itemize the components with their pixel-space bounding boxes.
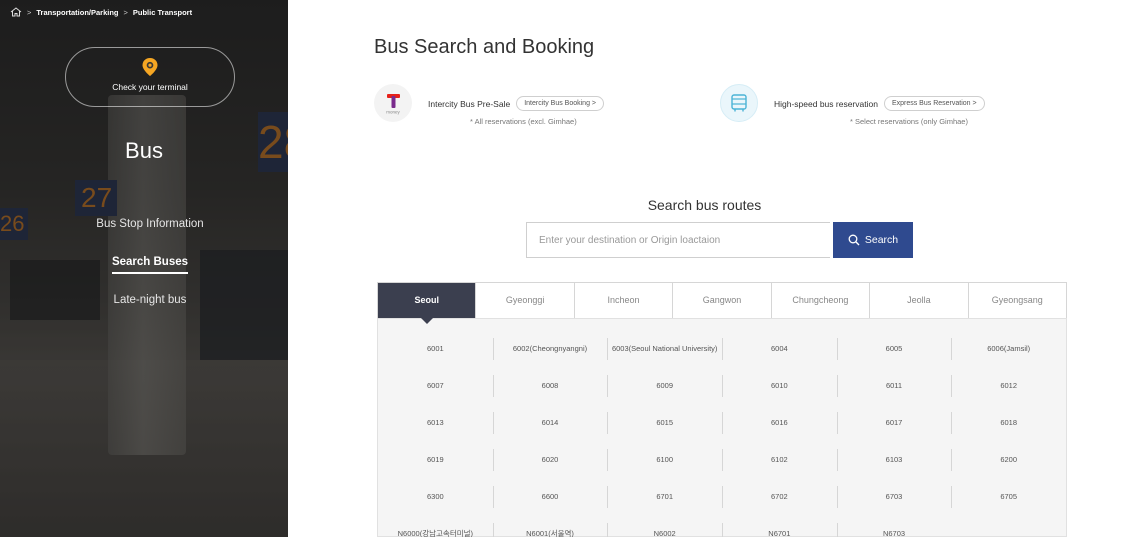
region-tabs: Seoul Gyeonggi Incheon Gangwon Chungcheo… bbox=[377, 282, 1067, 324]
breadcrumb: > Transportation/Parking > Public Transp… bbox=[10, 7, 192, 17]
service-row: Intercity Bus Pre-Sale Intercity Bus Boo… bbox=[428, 96, 605, 111]
route-item[interactable]: 6014 bbox=[492, 408, 608, 436]
main-content: Bus Search and Booking money Intercity B… bbox=[288, 0, 1133, 537]
route-item[interactable]: 6015 bbox=[607, 408, 722, 436]
route-item[interactable]: 6102 bbox=[722, 445, 837, 473]
route-item[interactable]: 6001 bbox=[378, 334, 493, 362]
search-button-label: Search bbox=[864, 234, 899, 246]
route-grid: 6001 6002(Cheongnyangni) 6003(Seoul Nati… bbox=[377, 318, 1067, 537]
route-item[interactable]: N6703 bbox=[836, 519, 952, 537]
sidebar-nav: Bus Stop Information Search Buses Late-n… bbox=[0, 215, 288, 329]
route-row: N6000(강남고속터미널) N6001(서울역) N6002 N6701 N6… bbox=[378, 519, 1066, 537]
route-item[interactable]: N6000(강남고속터미널) bbox=[378, 519, 493, 537]
route-item[interactable]: 6103 bbox=[836, 445, 952, 473]
route-item[interactable]: 6600 bbox=[492, 482, 608, 510]
breadcrumb-item-public-transport[interactable]: Public Transport bbox=[133, 8, 192, 17]
route-item[interactable]: 6011 bbox=[836, 371, 952, 399]
service-note: * All reservations (excl. Gimhae) bbox=[470, 117, 577, 126]
tmoney-logo-icon: money bbox=[374, 84, 412, 122]
tab-gyeonggi[interactable]: Gyeonggi bbox=[476, 283, 575, 318]
sidebar-item-label: Search Buses bbox=[111, 256, 189, 274]
route-item[interactable]: 6013 bbox=[378, 408, 493, 436]
route-item[interactable]: 6002(Cheongnyangni) bbox=[492, 334, 608, 362]
route-item[interactable]: 6003(Seoul National University) bbox=[607, 334, 722, 362]
location-pin-icon bbox=[142, 58, 158, 76]
route-item-empty bbox=[951, 519, 1066, 537]
tab-seoul[interactable]: Seoul bbox=[378, 283, 477, 324]
tab-incheon[interactable]: Incheon bbox=[574, 283, 674, 318]
route-item[interactable]: 6705 bbox=[951, 482, 1066, 510]
page-title: Bus Search and Booking bbox=[374, 36, 595, 58]
route-item[interactable]: 6004 bbox=[722, 334, 837, 362]
route-item[interactable]: 6020 bbox=[492, 445, 608, 473]
route-item[interactable]: 6009 bbox=[607, 371, 722, 399]
chevron-right-icon: > bbox=[27, 7, 32, 17]
tmoney-logo-text: money bbox=[386, 110, 400, 115]
sidebar-item-search-buses[interactable]: Search Buses bbox=[0, 253, 288, 291]
route-item[interactable]: 6100 bbox=[607, 445, 722, 473]
sidebar-item-late-night-bus[interactable]: Late-night bus bbox=[0, 291, 288, 329]
route-row: 6013 6014 6015 6016 6017 6018 bbox=[378, 408, 1066, 445]
sidebar-item-label: Bus Stop Information bbox=[96, 218, 204, 230]
search-title: Search bus routes bbox=[647, 197, 762, 213]
express-bus-reservation-button[interactable]: Express Bus Reservation > bbox=[883, 96, 985, 111]
route-item[interactable]: 6005 bbox=[836, 334, 952, 362]
route-item[interactable]: 6016 bbox=[722, 408, 837, 436]
service-name: High-speed bus reservation bbox=[774, 98, 878, 109]
link-label: Intercity Bus Booking bbox=[524, 100, 590, 107]
tab-gyeongsang[interactable]: Gyeongsang bbox=[968, 283, 1066, 318]
express-service: High-speed bus reservation Express Bus R… bbox=[720, 84, 985, 126]
route-item[interactable]: 6006(Jamsil) bbox=[951, 334, 1066, 362]
link-label: Express Bus Reservation bbox=[891, 100, 971, 107]
route-item[interactable]: 6018 bbox=[951, 408, 1066, 436]
route-search-input[interactable] bbox=[526, 222, 830, 258]
chevron-right-icon: > bbox=[123, 7, 128, 17]
route-item[interactable]: 6300 bbox=[378, 482, 493, 510]
sidebar-item-label: Late-night bus bbox=[113, 294, 187, 306]
route-item[interactable]: 6012 bbox=[951, 371, 1066, 399]
route-item[interactable]: 6703 bbox=[836, 482, 952, 510]
intercity-service: money Intercity Bus Pre-Sale Intercity B… bbox=[374, 84, 605, 126]
sidebar-title: Bus bbox=[125, 138, 163, 163]
page: 28 27 26 > Transportation/Parking > Publ… bbox=[0, 0, 1133, 537]
route-row: 6007 6008 6009 6010 6011 6012 bbox=[378, 371, 1066, 408]
tab-chungcheong[interactable]: Chungcheong bbox=[771, 283, 871, 318]
search-icon bbox=[848, 234, 860, 246]
route-item[interactable]: N6701 bbox=[722, 519, 837, 537]
tab-jeolla[interactable]: Jeolla bbox=[870, 283, 969, 318]
route-item[interactable]: N6001(서울역) bbox=[492, 519, 608, 537]
chevron-right-icon: > bbox=[591, 100, 597, 107]
home-icon[interactable] bbox=[10, 7, 22, 17]
check-terminal-label: Check your terminal bbox=[112, 82, 188, 92]
route-item[interactable]: 6008 bbox=[492, 371, 608, 399]
service-body: Intercity Bus Pre-Sale Intercity Bus Boo… bbox=[428, 96, 605, 111]
chevron-right-icon: > bbox=[972, 100, 977, 107]
service-body: High-speed bus reservation Express Bus R… bbox=[774, 96, 985, 111]
route-item[interactable]: N6002 bbox=[607, 519, 722, 537]
bus-icon bbox=[720, 84, 758, 122]
route-item[interactable]: 6017 bbox=[836, 408, 952, 436]
breadcrumb-item-transportation[interactable]: Transportation/Parking bbox=[36, 8, 118, 17]
route-row: 6019 6020 6100 6102 6103 6200 bbox=[378, 445, 1066, 482]
route-item[interactable]: 6010 bbox=[722, 371, 837, 399]
check-terminal-button[interactable]: Check your terminal bbox=[65, 47, 235, 107]
route-item[interactable]: 6007 bbox=[378, 371, 493, 399]
service-row: High-speed bus reservation Express Bus R… bbox=[774, 96, 985, 111]
route-row: 6300 6600 6701 6702 6703 6705 bbox=[378, 482, 1066, 519]
route-item[interactable]: 6701 bbox=[607, 482, 722, 510]
route-item[interactable]: 6200 bbox=[951, 445, 1066, 473]
tab-gangwon[interactable]: Gangwon bbox=[673, 283, 772, 318]
sidebar: 28 27 26 > Transportation/Parking > Publ… bbox=[0, 0, 288, 537]
route-item[interactable]: 6702 bbox=[722, 482, 837, 510]
route-row: 6001 6002(Cheongnyangni) 6003(Seoul Nati… bbox=[378, 334, 1066, 371]
sidebar-item-bus-stop-information[interactable]: Bus Stop Information bbox=[0, 215, 288, 253]
route-item[interactable]: 6019 bbox=[378, 445, 493, 473]
search-button[interactable]: Search bbox=[833, 222, 913, 258]
service-name: Intercity Bus Pre-Sale bbox=[428, 98, 511, 109]
service-note: * Select reservations (only Gimhae) bbox=[850, 117, 968, 126]
intercity-bus-booking-button[interactable]: Intercity Bus Booking > bbox=[516, 96, 605, 111]
